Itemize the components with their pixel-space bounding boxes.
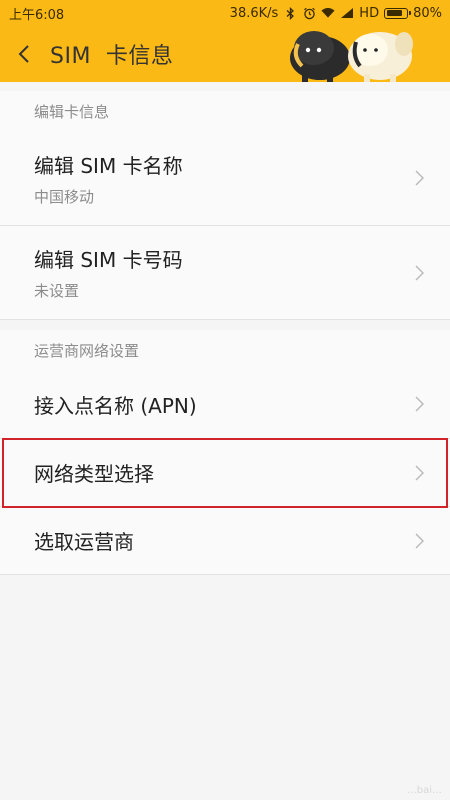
chevron-right-icon — [415, 465, 424, 480]
chevron-right-icon — [415, 265, 424, 280]
alarm-icon — [302, 6, 316, 20]
status-icons: 38.6K/s HD 80% — [230, 6, 442, 21]
battery-percent: 80% — [413, 5, 442, 21]
row-title: 接入点名称 (APN) — [34, 393, 197, 418]
page-title: SIM 卡信息 — [50, 44, 174, 69]
network-speed: 38.6K/s — [229, 5, 279, 21]
battery-level — [386, 10, 402, 16]
battery-icon — [384, 7, 412, 19]
watermark: …bai… — [406, 785, 442, 796]
select-carrier-row[interactable]: 选取运营商 — [0, 507, 450, 575]
row-subtitle: 中国移动 — [34, 187, 95, 206]
row-title: 编辑 SIM 卡名称 — [34, 153, 183, 178]
apn-row[interactable]: 接入点名称 (APN) — [0, 370, 450, 439]
network-type-label: HD — [359, 5, 380, 21]
app-header: SIM 卡信息 — [0, 26, 450, 82]
wifi-icon — [321, 6, 335, 20]
row-title: 编辑 SIM 卡号码 — [34, 248, 183, 272]
chevron-left-icon — [18, 45, 29, 63]
edit-sim-number-row[interactable]: 编辑 SIM 卡号码 未设置 — [0, 226, 450, 320]
chevron-right-icon — [415, 170, 424, 186]
signal-icon — [340, 6, 354, 20]
status-time: 上午6:08 — [9, 7, 65, 23]
bluetooth-icon — [283, 6, 297, 20]
chevron-right-icon — [415, 533, 424, 548]
section-header-carrier-network: 运营商网络设置 — [0, 330, 450, 370]
edit-sim-name-row[interactable]: 编辑 SIM 卡名称 中国移动 — [0, 131, 450, 226]
network-type-row[interactable]: 网络类型选择 — [0, 439, 450, 507]
section-header-edit-card: 编辑卡信息 — [0, 91, 450, 131]
row-title: 选取运营商 — [34, 530, 134, 554]
row-subtitle: 未设置 — [34, 282, 80, 300]
status-bar: 上午6:08 38.6K/s HD 80% — [0, 0, 450, 26]
mascot-illustration — [290, 31, 413, 82]
row-title: 网络类型选择 — [34, 462, 154, 486]
back-button[interactable] — [0, 26, 48, 82]
chevron-right-icon — [415, 396, 424, 412]
